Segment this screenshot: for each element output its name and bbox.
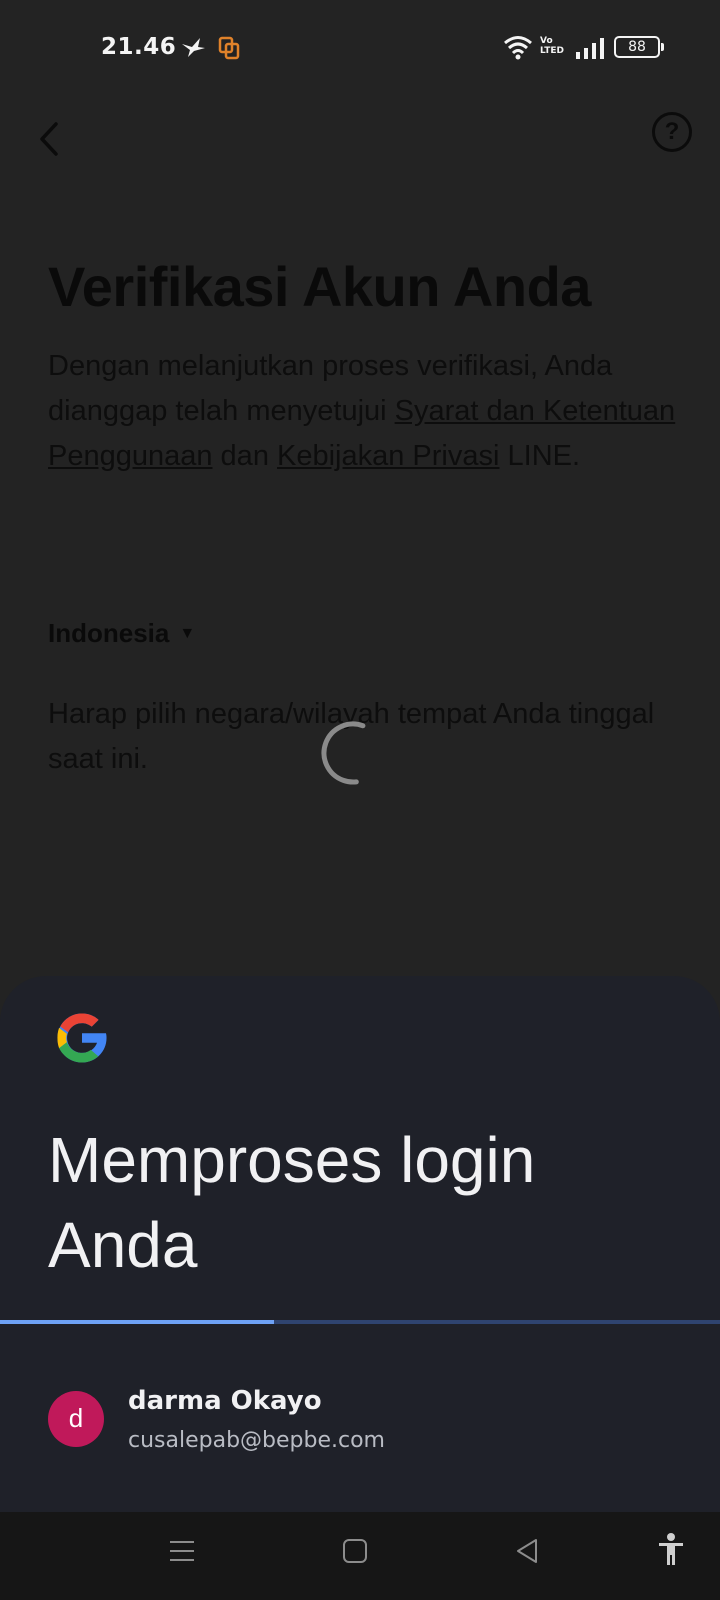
bird-notification-icon: [182, 38, 205, 57]
signin-title: Memproses login Anda: [48, 1124, 536, 1281]
accessibility-icon[interactable]: [656, 1532, 686, 1568]
screen-share-icon: [218, 36, 240, 60]
desc-text-3: LINE.: [499, 440, 581, 472]
volte-label-top: Vo: [540, 36, 553, 46]
home-icon[interactable]: [340, 1536, 370, 1566]
dropdown-caret-icon: ▼: [179, 625, 196, 642]
account-email: cusalepab@bepbe.com: [128, 1428, 385, 1453]
loading-spinner: [321, 721, 366, 785]
terms-description: Dengan melanjutkan proses verifikasi, An…: [48, 344, 688, 479]
signin-progress-bar: [0, 1320, 720, 1324]
signal-icon: [576, 38, 604, 59]
back-triangle-icon[interactable]: [512, 1536, 542, 1566]
country-selector[interactable]: Indonesia ▼: [48, 618, 195, 649]
privacy-link[interactable]: Kebijakan Privasi: [277, 440, 499, 472]
status-bar: 21.46 Vo LTED 88: [0, 0, 720, 96]
avatar: d: [48, 1391, 104, 1447]
back-button[interactable]: [30, 108, 70, 168]
help-button[interactable]: ?: [652, 112, 692, 152]
google-logo-icon: [57, 1013, 109, 1063]
account-name: darma Okayo: [128, 1386, 322, 1416]
volte-label-bottom: LTED: [540, 46, 565, 56]
status-time: 21.46: [101, 34, 177, 60]
volte-indicator: Vo LTED: [540, 36, 564, 56]
app-header: ?: [0, 96, 720, 196]
recent-apps-icon[interactable]: [168, 1536, 196, 1566]
desc-text-2: dan: [212, 440, 277, 472]
battery-indicator: 88: [614, 36, 664, 58]
signin-progress-fill: [0, 1320, 274, 1324]
wifi-icon: [504, 36, 532, 60]
country-label: Indonesia: [48, 618, 170, 648]
question-circle-icon: ?: [664, 118, 680, 145]
system-nav-bar: [0, 1512, 720, 1600]
page-title: Verifikasi Akun Anda: [48, 255, 591, 318]
